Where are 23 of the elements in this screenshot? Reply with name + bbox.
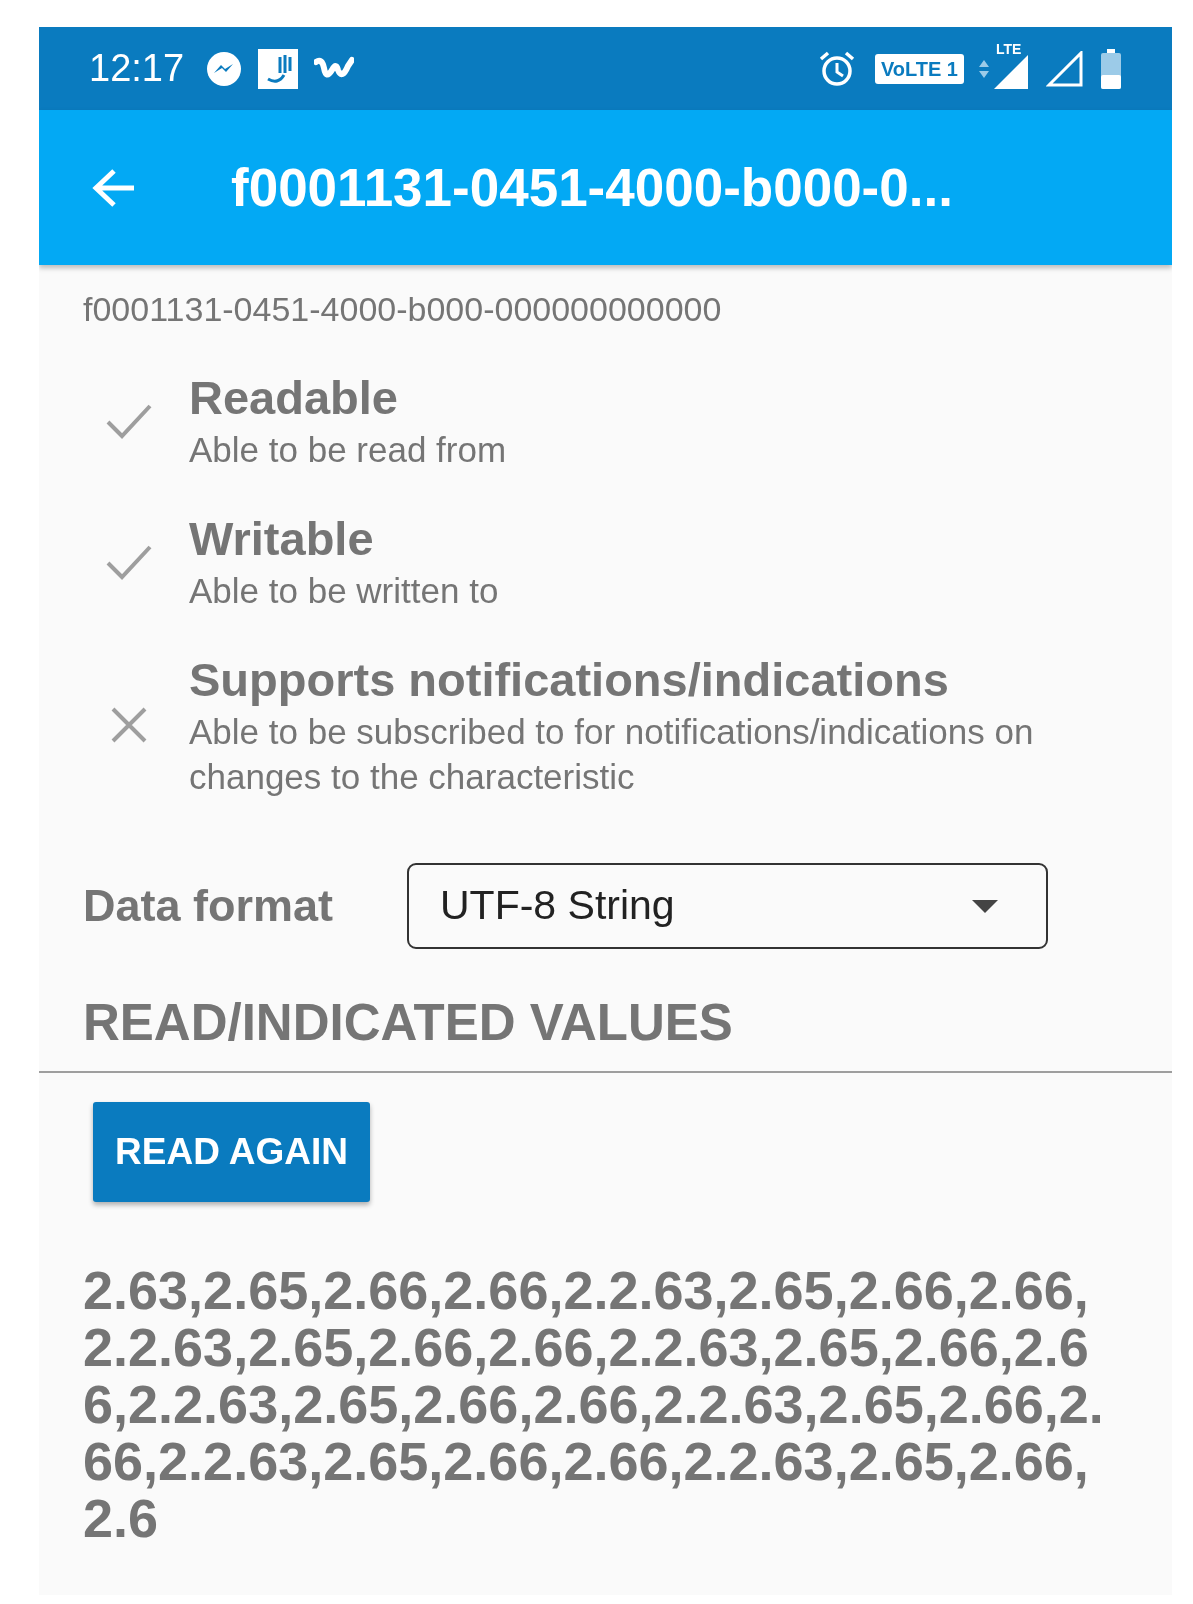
property-description: Able to be subscribed to for notifications/indications on changes to the characteristic xyxy=(189,711,1035,798)
property-title: Readable xyxy=(189,370,399,426)
network-type: LTE xyxy=(996,40,1022,57)
volte-badge: VoLTE 1 xyxy=(874,53,964,84)
read-again-button[interactable]: READ AGAIN xyxy=(93,1102,370,1202)
app-icon xyxy=(258,48,299,89)
section-title: READ/INDICATED VALUES xyxy=(83,993,734,1053)
data-format-label: Data format xyxy=(83,879,335,934)
dropdown-arrow-icon xyxy=(972,899,998,913)
property-title: Writable xyxy=(189,511,375,567)
property-description: Able to be read from xyxy=(189,429,508,471)
property-title: Supports notifications/indications xyxy=(189,652,950,708)
dropdown-value: UTF-8 String xyxy=(440,881,676,931)
property-description: Able to be written to xyxy=(189,570,500,612)
back-arrow-icon xyxy=(92,167,136,208)
battery-icon xyxy=(1100,48,1122,89)
screen-title: f0001131-0451-4000-b000-0... xyxy=(231,156,953,219)
uuid-value: f0001131-0451-4000-b000-000000000000 xyxy=(83,289,723,329)
signal-outline-icon xyxy=(1046,50,1084,87)
messenger-icon xyxy=(206,50,243,87)
read-values: 2.63,2.65,2.66,2.66,2.2.63,2.65,2.66,2.66,2.2.63,2.65,2.66,2.66,2.2.63,2.65,2.66,2.66,2.2.63,2.65,2.66,2.66,2.2.63,2.65,2.66,2.66,2.2.63,2.65,2.66,2.66,2.2.63,2.65,2.66,2.6 xyxy=(83,1262,1105,1547)
data-format-dropdown[interactable]: UTF-8 String xyxy=(407,863,1048,949)
status-time: 12:17 xyxy=(89,46,185,91)
